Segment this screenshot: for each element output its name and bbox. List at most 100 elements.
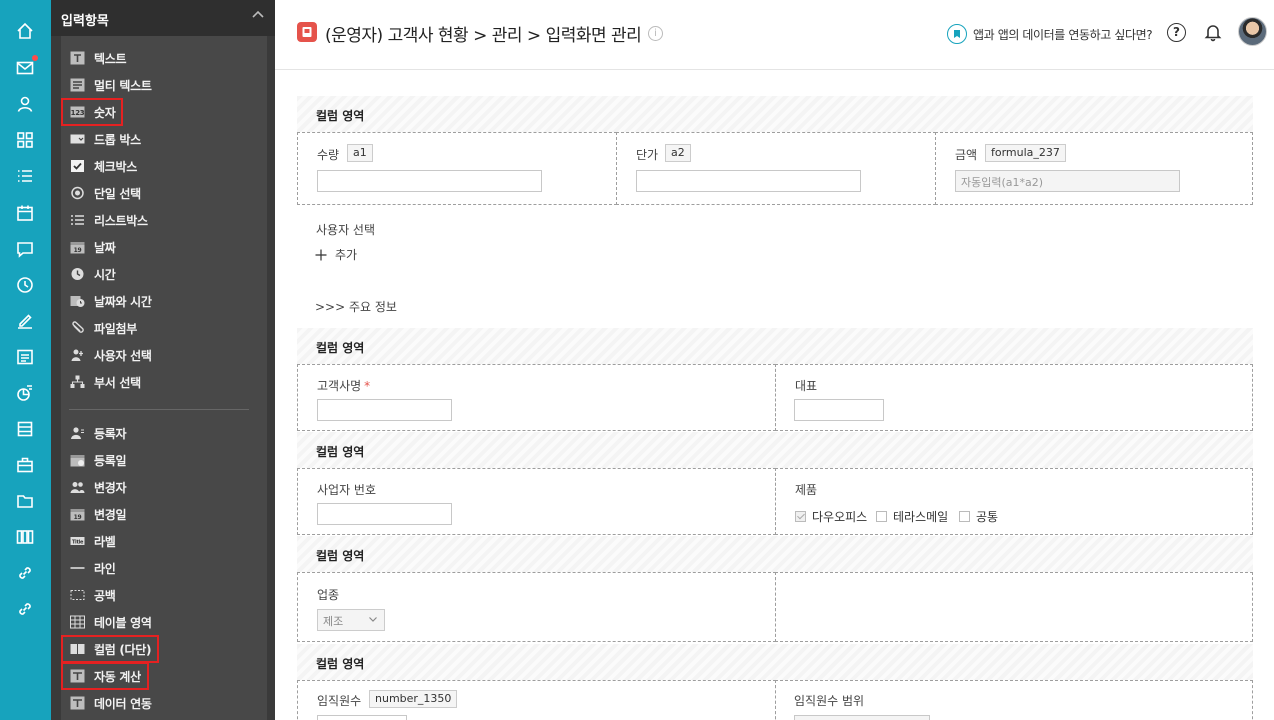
help-icon[interactable]: ? [1167,23,1186,42]
field-cell-product[interactable]: 제품 다우오피스 테라스메일 공통 [775,468,1253,535]
palette-item-time[interactable]: 시간 [69,262,116,286]
mail-icon[interactable] [14,55,38,79]
palette-item-label[interactable]: Title 라벨 [69,529,116,553]
palette-item-line[interactable]: 라인 [69,556,116,580]
palette-item-radio[interactable]: 단일 선택 [69,181,141,205]
palette-item-date[interactable]: 19 날짜 [69,235,116,259]
plus-icon [315,249,327,260]
user-icon[interactable] [14,93,36,115]
database-icon[interactable] [14,418,36,440]
bizno-input[interactable] [317,503,452,525]
list-icon[interactable] [14,165,36,187]
section-header[interactable]: 컬럼 영역 [297,536,1253,572]
report-icon[interactable] [14,382,36,404]
company-input[interactable] [317,399,452,421]
avatar[interactable] [1238,17,1267,46]
price-input[interactable] [636,170,861,192]
field-cell-bizno[interactable]: 사업자 번호 [297,468,776,535]
info-icon[interactable]: i [648,26,663,41]
palette-item-data-link[interactable]: 데이터 연동 [69,691,152,715]
palette-item-table[interactable]: 테이블 영역 [69,610,152,634]
link-icon[interactable] [14,562,36,584]
chevron-up-icon[interactable] [251,8,265,22]
calendar-icon [69,453,85,467]
checkbox[interactable] [795,511,806,522]
palette-item-columns[interactable]: 컬럼 (다단) [60,635,160,663]
checkbox[interactable] [876,511,887,522]
user-select-label: 사용자 선택 [316,223,376,237]
palette-item-datetime[interactable]: 날짜와 시간 [69,289,152,313]
edit-icon[interactable] [14,310,36,332]
field-cell-company[interactable]: 고객사명 * [297,364,776,431]
palette-item-reg-date[interactable]: 등록일 [69,448,127,472]
briefcase-icon[interactable] [14,454,36,476]
field-key-tag: a2 [665,144,691,162]
apps-icon[interactable] [14,526,36,548]
link-data-icon [69,696,85,710]
field-label: 고객사명 * [317,379,371,393]
palette-item-user-select[interactable]: 사용자 선택 [69,343,152,367]
palette-item-listbox[interactable]: 리스트박스 [69,208,148,232]
field-label: 임직원수 범위 [794,694,865,708]
palette-item-checkbox[interactable]: 체크박스 [69,154,137,178]
section-header[interactable]: 컬럼 영역 [297,644,1253,680]
product-option[interactable]: 다우오피스 [795,508,867,525]
section-header[interactable]: 컬럼 영역 [297,96,1253,132]
calc-icon [69,669,85,683]
field-label: 업종 [317,588,340,602]
field-label: 금액 [955,148,978,162]
field-palette: 입력항목 텍스트 멀티 텍스트 123 숫자 드롭 박스 체크박스 단일 선택 리… [51,0,275,720]
field-cell-employees[interactable]: 임직원수 number_1350 [297,680,776,720]
notification-dot [32,55,38,61]
checkbox-icon [69,159,85,173]
board-icon[interactable] [14,346,36,368]
field-cell-ceo[interactable]: 대표 [775,364,1253,431]
checkbox[interactable] [959,511,970,522]
employees-range-select[interactable] [794,715,930,720]
palette-item-text[interactable]: 텍스트 [69,46,127,70]
field-cell-employees-range[interactable]: 임직원수 범위 [775,680,1253,720]
product-option[interactable]: 공통 [959,508,998,525]
app-icon [297,22,317,42]
section-header[interactable]: 컬럼 영역 [297,328,1253,364]
grid-icon[interactable] [14,129,36,151]
palette-item-mod-date[interactable]: 19 변경일 [69,502,127,526]
quantity-input[interactable] [317,170,542,192]
svg-text:123: 123 [70,109,84,117]
palette-item-attachment[interactable]: 파일첨부 [69,316,137,340]
bell-icon[interactable] [1203,22,1223,42]
link-icon[interactable] [14,598,36,620]
line-icon [69,561,85,575]
field-cell-industry[interactable]: 업종 제조 [297,572,776,642]
palette-item-auto-calc[interactable]: 자동 계산 [61,662,149,690]
bookmark-icon[interactable] [947,24,967,44]
folder-icon[interactable] [14,490,36,512]
chat-icon[interactable] [14,238,36,260]
user-select-icon [69,348,85,362]
field-cell-amount[interactable]: 금액 formula_237 자동입력(a1*a2) [935,132,1253,205]
palette-item-modifier[interactable]: 변경자 [69,475,127,499]
table-icon [69,615,85,629]
field-key-tag: a1 [347,144,373,162]
clock-icon[interactable] [14,274,36,296]
palette-item-multi-text[interactable]: 멀티 텍스트 [69,73,152,97]
field-cell-empty[interactable] [775,572,1253,642]
palette-item-dropbox[interactable]: 드롭 박스 [69,127,141,151]
palette-item-dept-select[interactable]: 부서 선택 [69,370,141,394]
calendar-icon[interactable] [14,202,36,224]
ceo-input[interactable] [794,399,884,421]
home-icon[interactable] [14,20,36,42]
industry-select[interactable]: 제조 [317,609,385,631]
employees-input[interactable] [317,715,407,720]
palette-header: 입력항목 [51,0,275,36]
palette-item-number[interactable]: 123 숫자 [60,98,124,126]
add-user-button[interactable]: 추가 [315,246,357,263]
palette-item-blank[interactable]: 공백 [69,583,116,607]
calendar-icon: 19 [69,240,85,254]
app-link-guide[interactable]: 앱과 앱의 데이터를 연동하고 싶다면? [973,26,1153,43]
field-cell-quantity[interactable]: 수량 a1 [297,132,617,205]
section-header[interactable]: 컬럼 영역 [297,432,1253,468]
palette-item-registrant[interactable]: 등록자 [69,421,127,445]
field-cell-price[interactable]: 단가 a2 [616,132,936,205]
product-option[interactable]: 테라스메일 [876,508,948,525]
